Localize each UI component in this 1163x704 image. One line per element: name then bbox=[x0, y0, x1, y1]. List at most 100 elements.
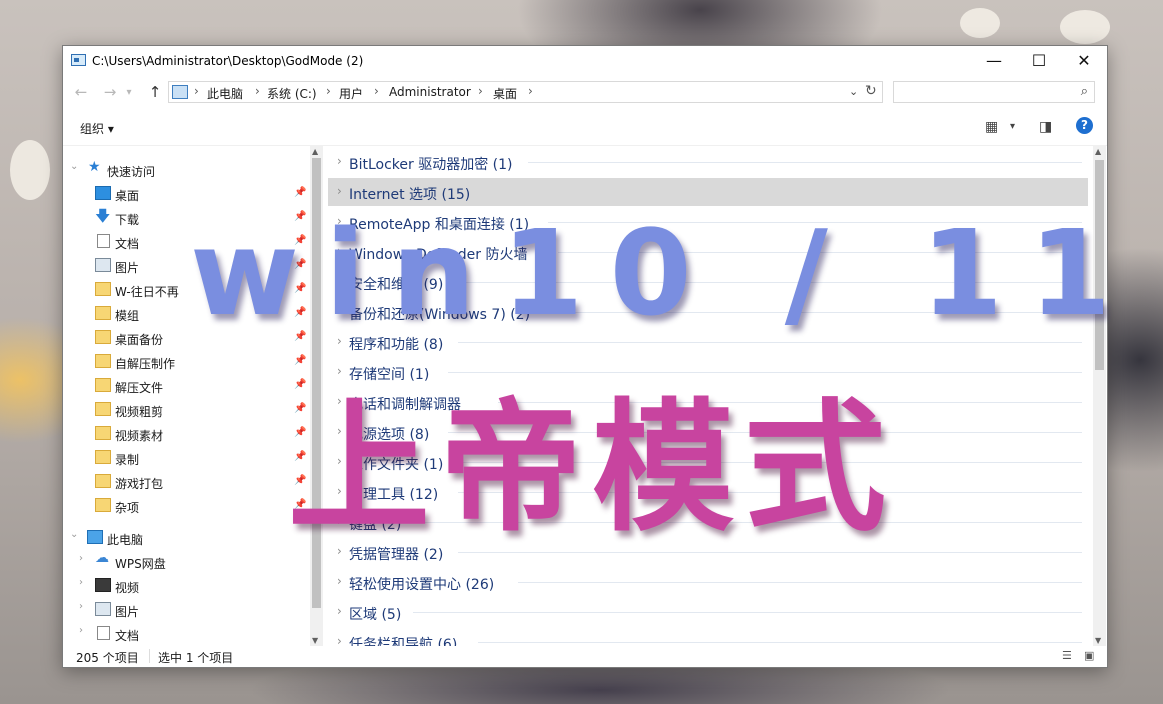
pin-icon[interactable]: 📌 bbox=[294, 235, 306, 246]
pin-icon[interactable]: 📌 bbox=[294, 379, 306, 390]
pin-icon[interactable]: 📌 bbox=[294, 355, 306, 366]
chevron-right-icon[interactable]: › bbox=[337, 424, 342, 438]
nav-item-folder[interactable]: 视频粗剪 📌 bbox=[63, 398, 311, 422]
group-header[interactable]: › 区域 (5) bbox=[328, 598, 1088, 626]
up-arrow-icon[interactable]: ↑ bbox=[143, 76, 167, 109]
group-header[interactable]: › 凭据管理器 (2) bbox=[328, 538, 1088, 566]
nav-item-videos[interactable]: › 视频 bbox=[63, 574, 311, 598]
back-arrow-icon[interactable]: ← bbox=[69, 76, 93, 109]
chevron-right-icon[interactable]: › bbox=[337, 544, 342, 558]
chevron-right-icon[interactable]: › bbox=[337, 274, 342, 288]
nav-item-pictures[interactable]: 图片 📌 bbox=[63, 254, 311, 278]
chevron-down-icon[interactable]: ⌄ bbox=[70, 161, 78, 172]
chevron-right-icon[interactable]: › bbox=[79, 553, 83, 564]
scroll-thumb[interactable] bbox=[312, 158, 321, 608]
nav-item-folder[interactable]: W-往日不再 📌 bbox=[63, 278, 311, 302]
group-header[interactable]: › 任务栏和导航 (6) bbox=[328, 628, 1088, 646]
chevron-right-icon[interactable]: › bbox=[337, 634, 342, 646]
group-header[interactable]: › 备份和还原(Windows 7) (2) bbox=[328, 298, 1088, 326]
pin-icon[interactable]: 📌 bbox=[294, 211, 306, 222]
organize-menu[interactable]: 组织 ▾ bbox=[80, 120, 114, 137]
search-box[interactable]: ⌕ bbox=[893, 81, 1095, 103]
chevron-right-icon[interactable]: › bbox=[337, 304, 342, 318]
nav-item-folder[interactable]: 模组 📌 bbox=[63, 302, 311, 326]
nav-item-folder[interactable]: 杂项 📌 bbox=[63, 494, 311, 518]
nav-item-folder[interactable]: 录制 📌 bbox=[63, 446, 311, 470]
breadcrumb-users[interactable]: 用户 bbox=[339, 85, 363, 102]
chevron-right-icon[interactable]: › bbox=[337, 604, 342, 618]
preview-pane-icon[interactable]: ◨ bbox=[1039, 119, 1052, 135]
group-header[interactable]: › 程序和功能 (8) bbox=[328, 328, 1088, 356]
nav-item-downloads[interactable]: 🡇 下载 📌 bbox=[63, 206, 311, 230]
nav-item-documents-pc[interactable]: › 文档 bbox=[63, 622, 311, 646]
chevron-right-icon[interactable]: › bbox=[337, 214, 342, 228]
scroll-down-icon[interactable]: ▼ bbox=[312, 636, 318, 645]
change-view-icon[interactable]: ▦ bbox=[985, 119, 998, 135]
chevron-right-icon[interactable]: › bbox=[337, 394, 342, 408]
chevron-right-icon[interactable]: › bbox=[337, 184, 342, 198]
refresh-icon[interactable]: ↻ bbox=[865, 83, 877, 99]
chevron-right-icon[interactable]: › bbox=[79, 601, 83, 612]
chevron-right-icon[interactable]: › bbox=[337, 454, 342, 468]
pin-icon[interactable]: 📌 bbox=[294, 475, 306, 486]
chevron-right-icon[interactable]: › bbox=[337, 244, 342, 258]
pin-icon[interactable]: 📌 bbox=[294, 499, 306, 510]
recent-chevron-icon[interactable]: ▾ bbox=[117, 76, 141, 109]
pin-icon[interactable]: 📌 bbox=[294, 259, 306, 270]
nav-item-documents[interactable]: 文档 📌 bbox=[63, 230, 311, 254]
chevron-right-icon[interactable]: › bbox=[337, 484, 342, 498]
nav-item-folder[interactable]: 游戏打包 📌 bbox=[63, 470, 311, 494]
nav-quick-access[interactable]: ⌄ ★ 快速访问 bbox=[63, 158, 311, 182]
nav-this-pc[interactable]: ⌄ 此电脑 bbox=[63, 526, 311, 550]
nav-item-folder[interactable]: 视频素材 📌 bbox=[63, 422, 311, 446]
chevron-right-icon[interactable]: › bbox=[79, 625, 83, 636]
breadcrumb-desktop[interactable]: 桌面 bbox=[493, 85, 517, 102]
nav-item-folder[interactable]: 解压文件 📌 bbox=[63, 374, 311, 398]
chevron-right-icon[interactable]: › bbox=[337, 574, 342, 588]
nav-item-folder[interactable]: 桌面备份 📌 bbox=[63, 326, 311, 350]
group-header[interactable]: › 工作文件夹 (1) bbox=[328, 448, 1088, 476]
group-header[interactable]: › Windows Defender 防火墙 bbox=[328, 238, 1088, 266]
nav-item-folder[interactable]: 自解压制作 📌 bbox=[63, 350, 311, 374]
breadcrumb-this-pc[interactable]: 此电脑 bbox=[207, 85, 243, 102]
pin-icon[interactable]: 📌 bbox=[294, 427, 306, 438]
group-header[interactable]: › 存储空间 (1) bbox=[328, 358, 1088, 386]
group-header[interactable]: › 电源选项 (8) bbox=[328, 418, 1088, 446]
breadcrumb-administrator[interactable]: Administrator bbox=[389, 85, 471, 99]
close-button[interactable]: ✕ bbox=[1061, 46, 1107, 76]
address-dropdown-icon[interactable]: ⌄ bbox=[849, 85, 858, 98]
chevron-right-icon[interactable]: › bbox=[337, 154, 342, 168]
chevron-right-icon[interactable]: › bbox=[79, 577, 83, 588]
group-header[interactable]: › 键盘 (2) bbox=[328, 508, 1088, 536]
nav-item-desktop[interactable]: 桌面 📌 bbox=[63, 182, 311, 206]
group-header[interactable]: › 安全和维护 (9) bbox=[328, 268, 1088, 296]
maximize-button[interactable]: ☐ bbox=[1016, 46, 1062, 76]
search-icon[interactable]: ⌕ bbox=[1081, 84, 1088, 99]
view-dropdown-icon[interactable]: ▾ bbox=[1010, 121, 1015, 132]
pin-icon[interactable]: 📌 bbox=[294, 307, 306, 318]
pin-icon[interactable]: 📌 bbox=[294, 403, 306, 414]
scroll-up-icon[interactable]: ▲ bbox=[312, 147, 318, 156]
scroll-down-icon[interactable]: ▼ bbox=[1095, 636, 1101, 645]
nav-scrollbar[interactable]: ▲ ▼ bbox=[310, 146, 323, 646]
group-header-selected[interactable]: › Internet 选项 (15) bbox=[328, 178, 1088, 206]
group-header[interactable]: › RemoteApp 和桌面连接 (1) bbox=[328, 208, 1088, 236]
large-icons-view-icon[interactable]: ▣ bbox=[1084, 649, 1094, 662]
scroll-thumb[interactable] bbox=[1095, 160, 1104, 370]
pin-icon[interactable]: 📌 bbox=[294, 187, 306, 198]
content-scrollbar[interactable]: ▲ ▼ bbox=[1093, 146, 1106, 646]
breadcrumb-system-c[interactable]: 系统 (C:) bbox=[267, 85, 317, 102]
title-bar[interactable]: C:\Users\Administrator\Desktop\GodMode (… bbox=[63, 46, 1107, 76]
chevron-down-icon[interactable]: ⌄ bbox=[70, 529, 78, 540]
chevron-right-icon[interactable]: › bbox=[337, 334, 342, 348]
pin-icon[interactable]: 📌 bbox=[294, 283, 306, 294]
group-header[interactable]: › 轻松使用设置中心 (26) bbox=[328, 568, 1088, 596]
chevron-right-icon[interactable]: › bbox=[337, 364, 342, 378]
help-icon[interactable]: ? bbox=[1076, 117, 1093, 134]
group-header[interactable]: › 管理工具 (12) bbox=[328, 478, 1088, 506]
address-bar[interactable]: › 此电脑 › 系统 (C:) › 用户 › Administrator › 桌… bbox=[168, 81, 883, 103]
pin-icon[interactable]: 📌 bbox=[294, 451, 306, 462]
scroll-up-icon[interactable]: ▲ bbox=[1095, 147, 1101, 156]
group-header[interactable]: › 电话和调制解调器 bbox=[328, 388, 1088, 416]
group-header[interactable]: › BitLocker 驱动器加密 (1) bbox=[328, 148, 1088, 176]
